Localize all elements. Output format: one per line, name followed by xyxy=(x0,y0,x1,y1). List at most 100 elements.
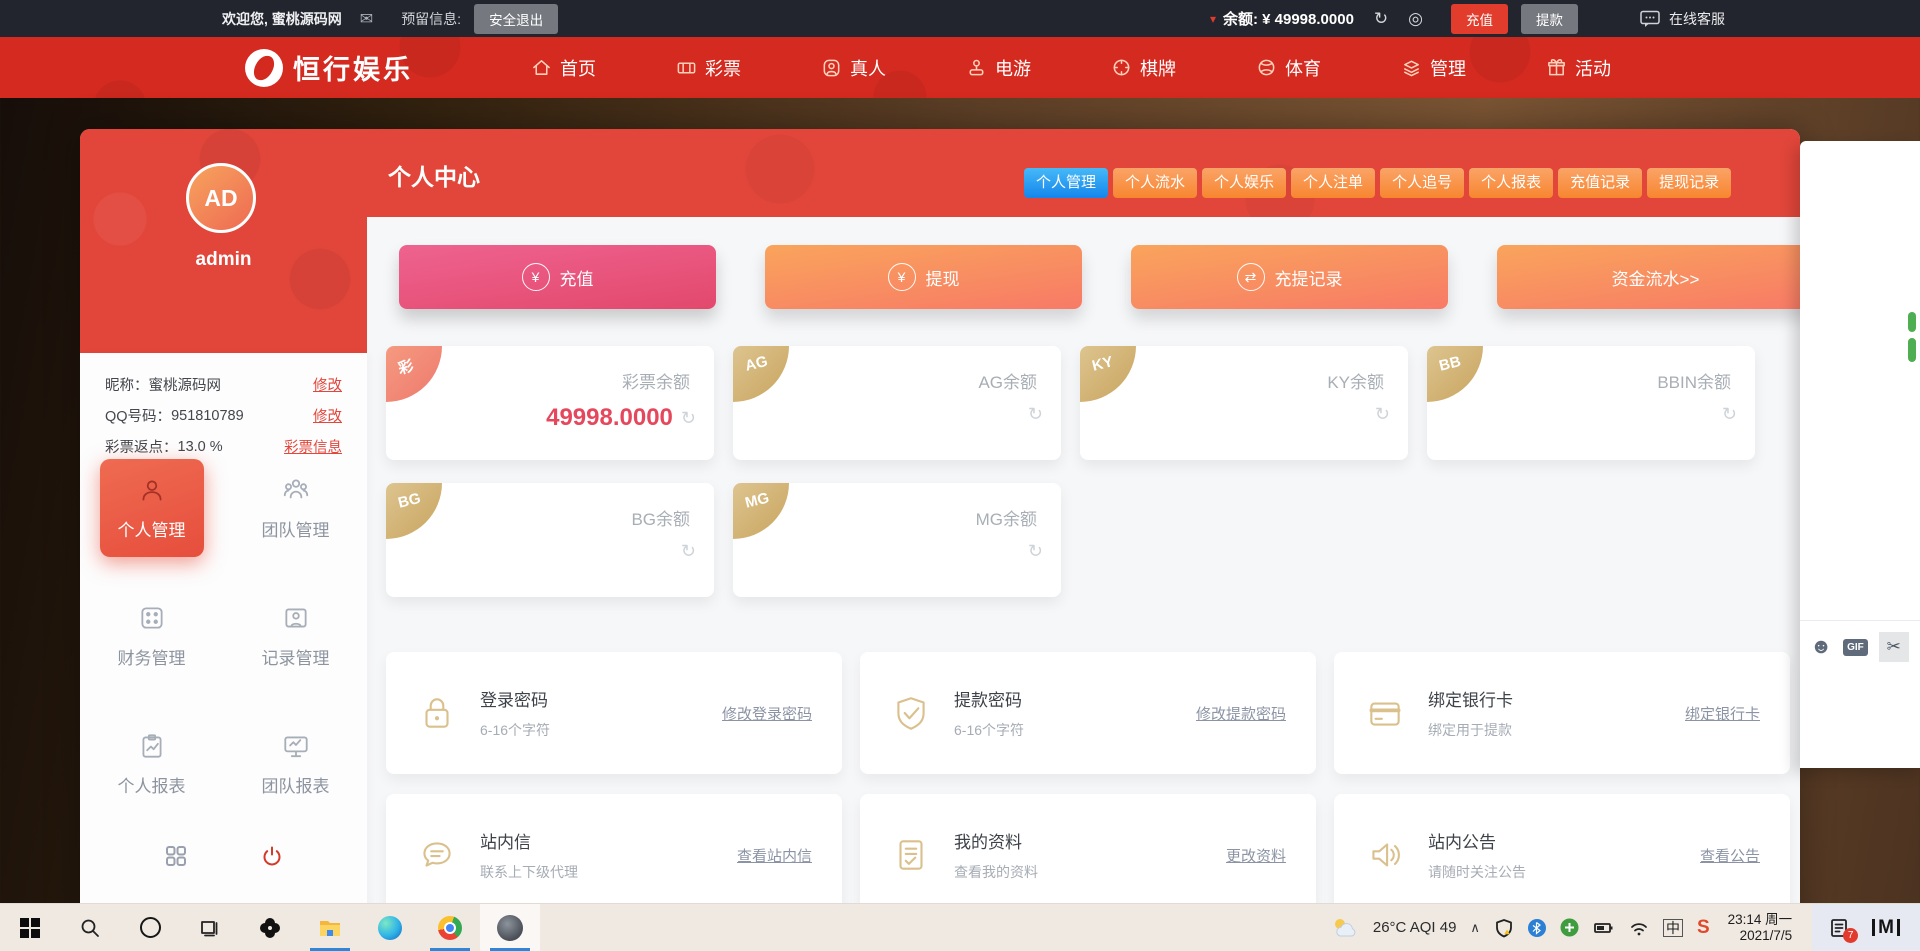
cortana-button[interactable] xyxy=(120,904,180,951)
nav-item-home[interactable]: 首页 xyxy=(531,55,596,81)
sidebar-item-personal-report[interactable]: 个人报表 xyxy=(100,715,204,813)
chrome-button[interactable] xyxy=(420,904,480,951)
person-icon xyxy=(137,475,167,505)
notification-center-button[interactable]: 7 xyxy=(1828,917,1850,939)
recharge-withdraw-record-button[interactable]: ⇄ 充提记录 xyxy=(1131,245,1448,309)
pinned-app-button[interactable] xyxy=(240,904,300,951)
nav-label: 管理 xyxy=(1430,55,1466,81)
refresh-icon[interactable]: ↻ xyxy=(1028,541,1043,562)
start-button[interactable] xyxy=(0,904,60,951)
wifi-icon[interactable] xyxy=(1629,919,1649,937)
nav-item-lottery[interactable]: 彩票 xyxy=(676,55,741,81)
file-explorer-button[interactable] xyxy=(300,904,360,951)
view-notice-link[interactable]: 查看公告 xyxy=(1700,845,1760,866)
online-service-link[interactable]: 在线客服 xyxy=(1669,9,1725,29)
yen-icon: ¥ xyxy=(888,263,916,291)
safety-plus-icon[interactable] xyxy=(1560,918,1579,937)
lottery-info-link[interactable]: 彩票信息 xyxy=(284,436,342,457)
refresh-icon[interactable]: ↻ xyxy=(1375,404,1390,425)
mail-icon[interactable]: ✉ xyxy=(360,9,373,29)
ticket-icon xyxy=(676,57,697,78)
battery-icon[interactable] xyxy=(1593,918,1615,938)
sidebar-item-finance-manage[interactable]: 财务管理 xyxy=(100,587,204,685)
search-button[interactable] xyxy=(60,904,120,951)
apps-grid-icon[interactable] xyxy=(163,843,189,869)
nav-item-live[interactable]: 真人 xyxy=(821,55,886,81)
bind-bank-card-link[interactable]: 绑定银行卡 xyxy=(1685,703,1760,724)
nav-item-sports[interactable]: 体育 xyxy=(1256,55,1321,81)
sogou-icon[interactable]: S xyxy=(1697,917,1710,939)
scissors-icon[interactable]: ✂ xyxy=(1879,632,1909,662)
ime-indicator[interactable]: 中 xyxy=(1663,919,1683,937)
gif-icon[interactable]: GIF xyxy=(1843,639,1868,656)
gift-icon xyxy=(1546,57,1567,78)
tab-personal-bets[interactable]: 个人注单 xyxy=(1291,168,1375,198)
power-icon[interactable] xyxy=(259,843,285,869)
tab-personal-entertain[interactable]: 个人娱乐 xyxy=(1202,168,1286,198)
topbar-recharge-button[interactable]: 充值 xyxy=(1451,4,1508,34)
sidebar-item-personal-manage[interactable]: 个人管理 xyxy=(100,459,204,557)
tab-personal-chase[interactable]: 个人追号 xyxy=(1380,168,1464,198)
sidebar-item-team-manage[interactable]: 团队管理 xyxy=(244,459,348,557)
mg-badge: MG xyxy=(733,483,789,539)
active-app-button[interactable] xyxy=(480,904,540,951)
weather-text[interactable]: 26°C AQI 49 xyxy=(1373,919,1457,936)
topbar-withdraw-button[interactable]: 提款 xyxy=(1521,4,1578,34)
scrollbar-thumb[interactable] xyxy=(1908,312,1916,332)
view-site-message-link[interactable]: 查看站内信 xyxy=(737,845,812,866)
fund-flow-button[interactable]: 资金流水>> xyxy=(1497,245,1800,309)
change-login-password-link[interactable]: 修改登录密码 xyxy=(722,703,812,724)
sidebar-item-label: 个人管理 xyxy=(118,516,186,541)
edge-button[interactable] xyxy=(360,904,420,951)
nav-label: 首页 xyxy=(560,55,596,81)
edit-nickname-link[interactable]: 修改 xyxy=(313,374,342,395)
emoji-icon[interactable]: ☻ xyxy=(1810,635,1832,659)
sidebar-item-team-report[interactable]: 团队报表 xyxy=(244,715,348,813)
eye-icon[interactable]: ◎ xyxy=(1408,9,1423,29)
bluetooth-icon[interactable] xyxy=(1528,919,1546,937)
card-title: 登录密码 xyxy=(480,686,550,711)
nav-item-egame[interactable]: 电游 xyxy=(966,55,1031,81)
refresh-balance-icon[interactable]: ↻ xyxy=(1374,9,1388,29)
tab-personal-report[interactable]: 个人报表 xyxy=(1469,168,1553,198)
recharge-button[interactable]: ¥ 充值 xyxy=(399,245,716,309)
weather-icon[interactable] xyxy=(1331,917,1359,939)
tray-chevron-icon[interactable]: ∧ xyxy=(1470,920,1480,936)
tab-withdraw-record[interactable]: 提现记录 xyxy=(1647,168,1731,198)
card-subtitle: 6-16个字符 xyxy=(480,720,550,740)
refresh-icon[interactable]: ↻ xyxy=(681,541,696,562)
tab-personal-manage[interactable]: 个人管理 xyxy=(1024,168,1108,198)
chat-widget: ☻ GIF ✂ xyxy=(1800,141,1920,768)
withdraw-button[interactable]: ¥ 提现 xyxy=(765,245,1082,309)
avatar[interactable]: AD xyxy=(186,163,256,233)
game-icon xyxy=(966,57,987,78)
security-shield-icon[interactable] xyxy=(1494,918,1514,938)
change-profile-link[interactable]: 更改资料 xyxy=(1226,845,1286,866)
task-view-button[interactable] xyxy=(180,904,240,951)
screen: 欢迎您, 蜜桃源码网 ✉ 预留信息: 安全退出 ▾ 余额: ¥ 49998.00… xyxy=(0,0,1920,950)
refresh-icon[interactable]: ↻ xyxy=(1028,404,1043,425)
m-widget-icon[interactable]: M xyxy=(1872,919,1900,936)
tray-extra: 7 M xyxy=(1812,904,1920,951)
refresh-icon[interactable]: ↻ xyxy=(681,408,696,429)
clock[interactable]: 23:14 周一 2021/7/5 xyxy=(1728,912,1793,944)
nav-label: 彩票 xyxy=(705,55,741,81)
nav-item-manage[interactable]: 管理 xyxy=(1401,55,1466,81)
chat-bubble-icon[interactable] xyxy=(1640,10,1660,28)
bank-card-card: 绑定银行卡绑定用于提款 绑定银行卡 xyxy=(1334,652,1790,774)
refresh-icon[interactable]: ↻ xyxy=(1722,404,1737,425)
brand[interactable]: 恒行娱乐 xyxy=(245,48,413,87)
nav-item-activity[interactable]: 活动 xyxy=(1546,55,1611,81)
live-dealer-icon xyxy=(821,57,842,78)
sidebar-item-record-manage[interactable]: 记录管理 xyxy=(244,587,348,685)
change-withdraw-password-link[interactable]: 修改提款密码 xyxy=(1196,703,1286,724)
logout-button[interactable]: 安全退出 xyxy=(474,4,558,34)
edit-qq-link[interactable]: 修改 xyxy=(313,405,342,426)
nav-label: 活动 xyxy=(1575,55,1611,81)
tab-recharge-record[interactable]: 充值记录 xyxy=(1558,168,1642,198)
tab-personal-flow[interactable]: 个人流水 xyxy=(1113,168,1197,198)
info-row-nickname: 昵称： 蜜桃源码网 修改 xyxy=(105,369,342,400)
scrollbar-thumb[interactable] xyxy=(1908,338,1916,362)
balance-caret-icon[interactable]: ▾ xyxy=(1210,12,1216,26)
nav-item-poker[interactable]: 棋牌 xyxy=(1111,55,1176,81)
